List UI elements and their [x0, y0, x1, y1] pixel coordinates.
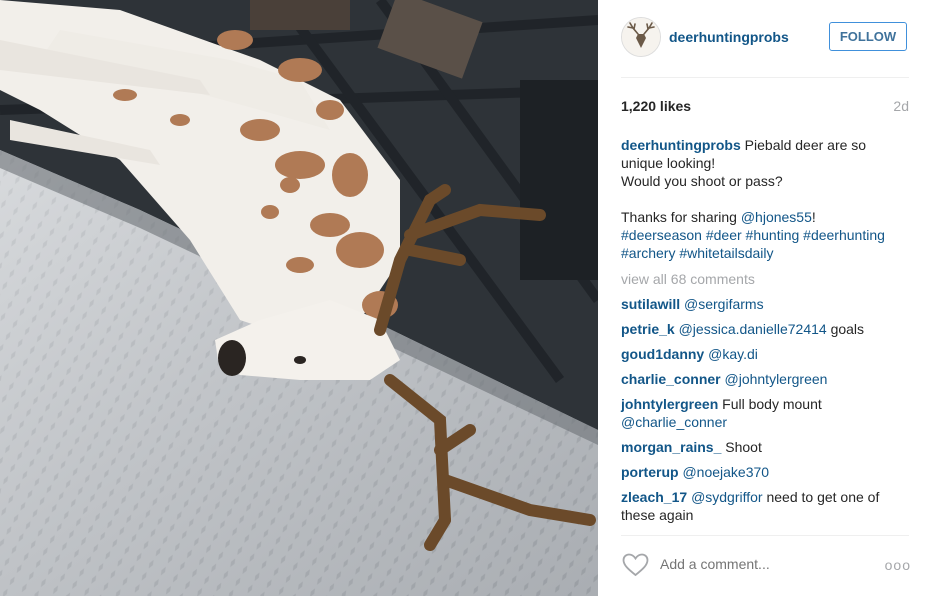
comment-mention[interactable]: @kay.di — [708, 346, 758, 362]
post-photo[interactable] — [0, 0, 598, 596]
thanks-mention[interactable]: @hjones55 — [741, 209, 812, 225]
like-button[interactable] — [622, 553, 649, 577]
comment-mention[interactable]: @johntylergreen — [725, 371, 828, 387]
footer-divider — [621, 535, 909, 536]
more-options-icon: ooo — [884, 557, 911, 573]
caption-line2: Would you shoot or pass? — [621, 173, 783, 189]
post-time[interactable]: 2d — [893, 98, 909, 114]
comment-username[interactable]: morgan_rains_ — [621, 439, 721, 455]
comment: johntylergreen Full body mount @charlie_… — [621, 395, 911, 431]
thanks-end: ! — [811, 209, 816, 225]
hashtag-deerseason[interactable]: #deerseason — [621, 227, 702, 243]
thanks-text: Thanks for sharing — [621, 209, 741, 225]
comment: goud1danny @kay.di — [621, 345, 911, 363]
hashtag-archery[interactable]: #archery — [621, 245, 675, 261]
caption-thanks: Thanks for sharing @hjones55! #deerseaso… — [621, 208, 911, 262]
view-all-comments-link[interactable]: view all 68 comments — [621, 270, 911, 288]
comment-text: Shoot — [725, 439, 762, 455]
hashtag-whitetailsdaily[interactable]: #whitetailsdaily — [679, 245, 773, 261]
comment-text: Full body mount — [722, 396, 822, 412]
post-username[interactable]: deerhuntingprobs — [669, 29, 789, 45]
deer-head-icon — [622, 18, 660, 56]
comment-text: goals — [826, 321, 865, 337]
caption: deerhuntingprobs Piebald deer are so uni… — [621, 136, 911, 190]
comment-username[interactable]: petrie_k — [621, 321, 675, 337]
heart-icon — [622, 553, 649, 577]
comment-mention[interactable]: @charlie_conner — [621, 414, 727, 430]
post-details-panel: deerhuntingprobs FOLLOW 1,220 likes 2d d… — [598, 0, 933, 596]
header-divider — [621, 77, 909, 78]
comment-mention[interactable]: @jessica.danielle72414 — [679, 321, 827, 337]
comment-username[interactable]: charlie_conner — [621, 371, 721, 387]
comment-username[interactable]: goud1danny — [621, 346, 704, 362]
hashtag-deer[interactable]: #deer — [706, 227, 742, 243]
comment-mention[interactable]: @noejake370 — [682, 464, 769, 480]
likes-count[interactable]: 1,220 likes — [621, 98, 691, 114]
post-header: deerhuntingprobs FOLLOW — [621, 17, 909, 59]
hashtag-hunting[interactable]: #hunting — [746, 227, 800, 243]
comment: petrie_k @jessica.danielle72414 goals — [621, 320, 911, 338]
comment-username[interactable]: johntylergreen — [621, 396, 718, 412]
profile-avatar[interactable] — [621, 17, 661, 57]
add-comment-input[interactable] — [660, 556, 860, 572]
hashtag-deerhunting[interactable]: #deerhunting — [803, 227, 885, 243]
comment-username[interactable]: zleach_17 — [621, 489, 687, 505]
comment: charlie_conner @johntylergreen — [621, 370, 911, 388]
follow-button[interactable]: FOLLOW — [829, 22, 907, 51]
comment: porterup @noejake370 — [621, 463, 911, 481]
comment: zleach_17 @sydgriffor need to get one of… — [621, 488, 911, 524]
caption-username[interactable]: deerhuntingprobs — [621, 137, 741, 153]
comment-username[interactable]: porterup — [621, 464, 679, 480]
comment-mention[interactable]: @sergifarms — [684, 296, 764, 312]
caption-and-comments: deerhuntingprobs Piebald deer are so uni… — [621, 136, 911, 524]
comment-mention[interactable]: @sydgriffor — [691, 489, 763, 505]
comment: sutilawill @sergifarms — [621, 295, 911, 313]
comment-username[interactable]: sutilawill — [621, 296, 680, 312]
comment: morgan_rains_ Shoot — [621, 438, 911, 456]
deer-photo-image — [0, 0, 598, 596]
more-options-button[interactable]: ooo — [885, 557, 911, 573]
